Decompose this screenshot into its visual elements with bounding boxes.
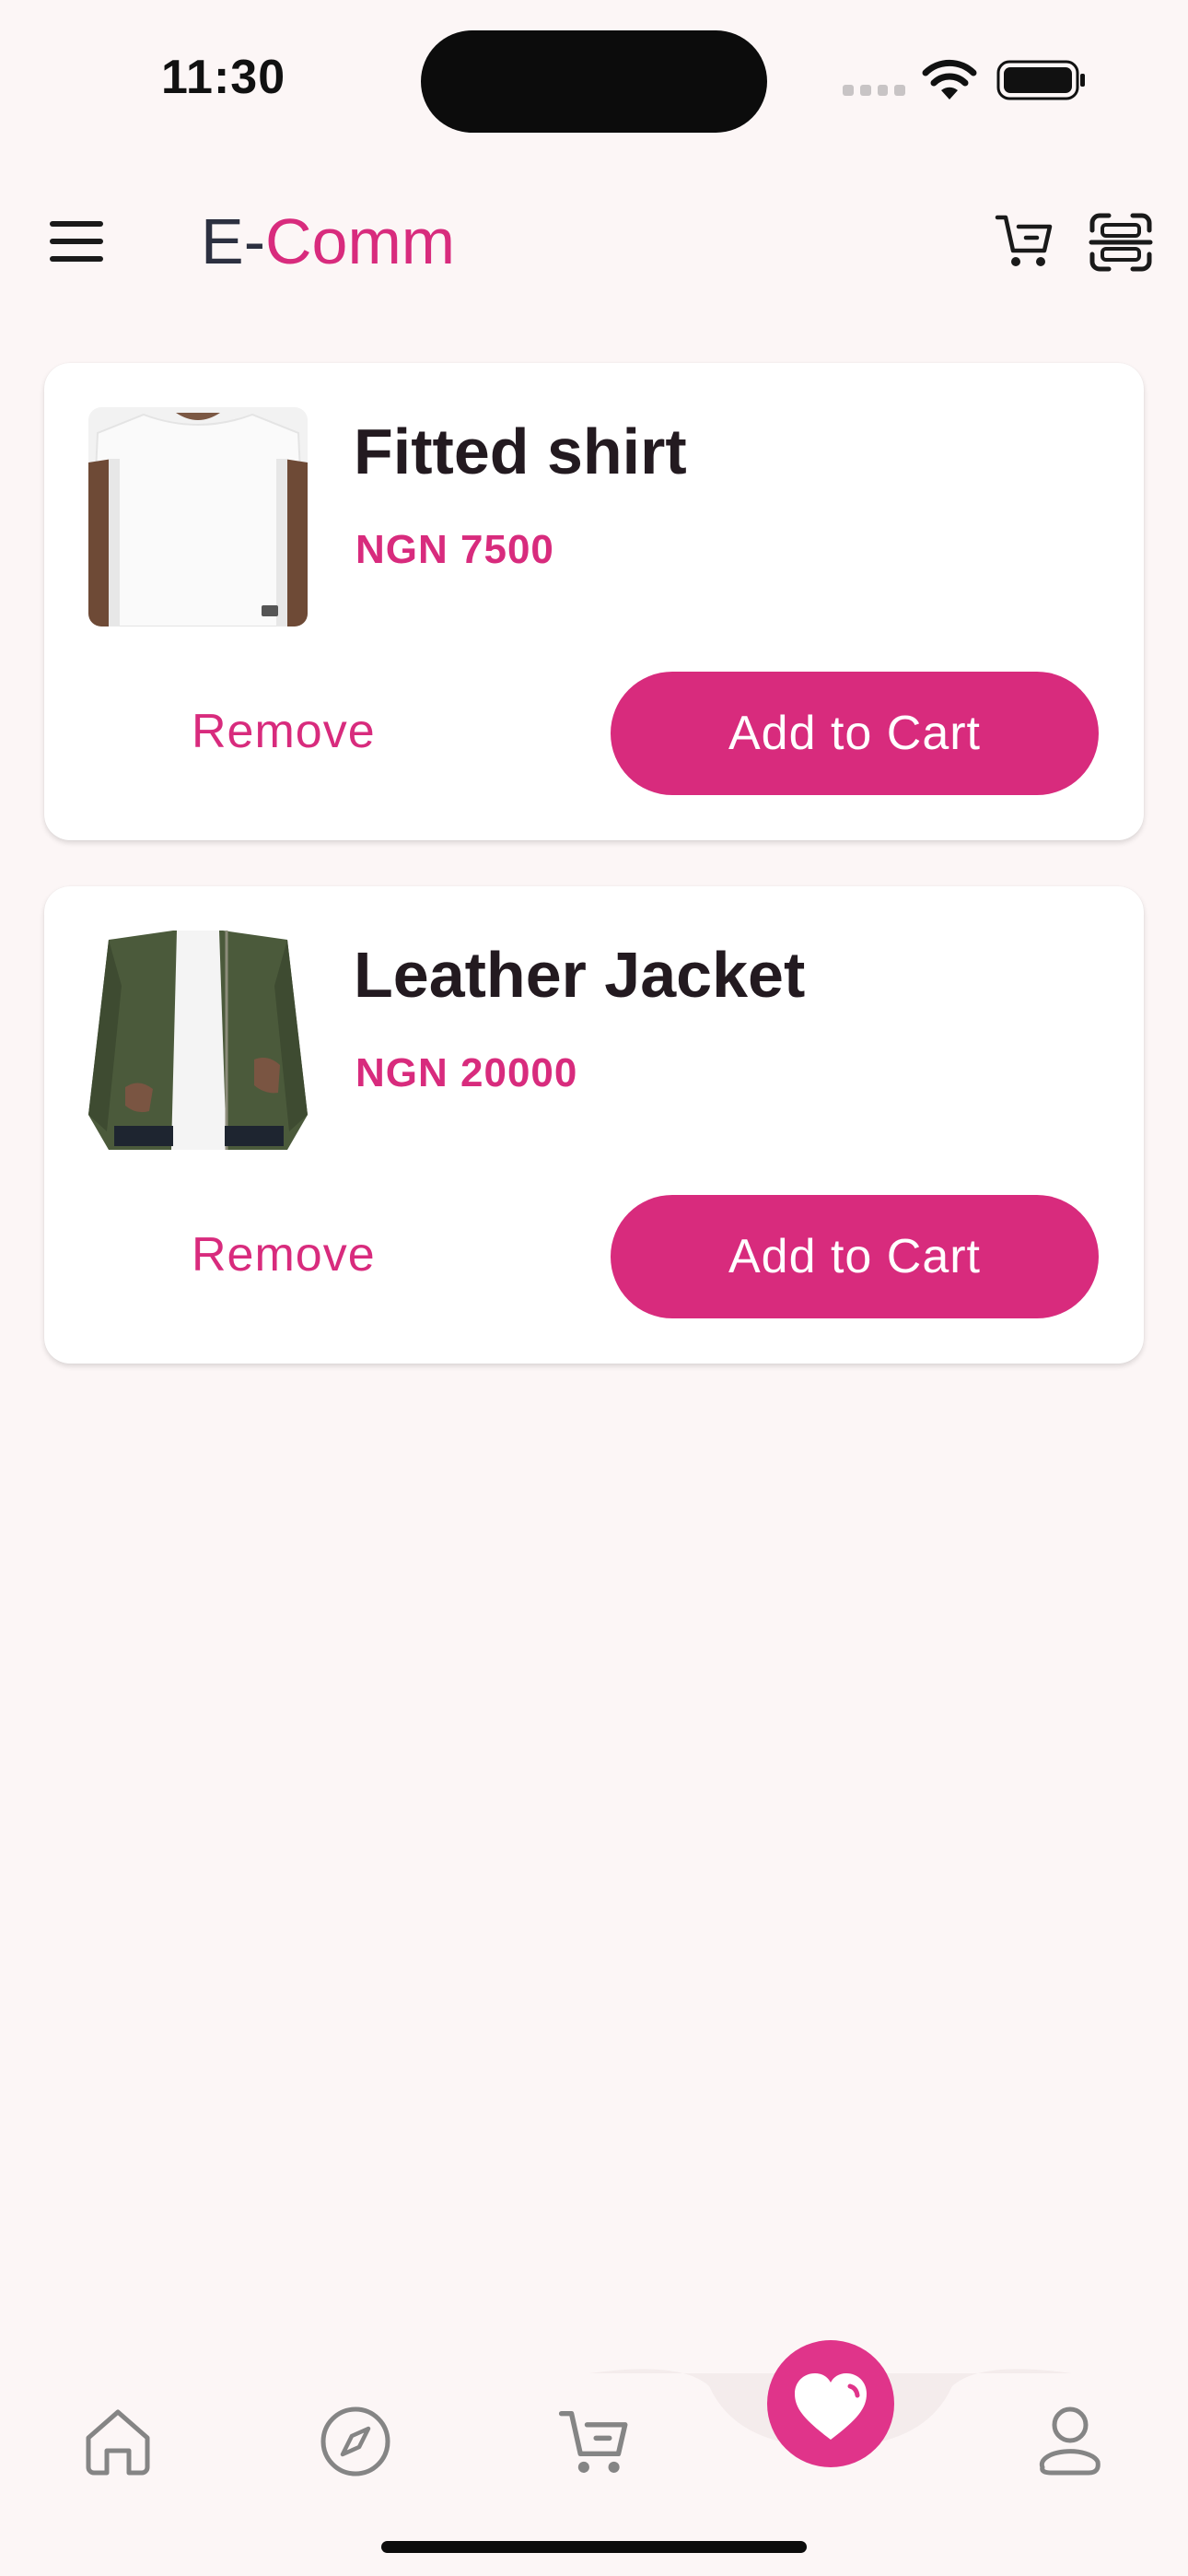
home-icon[interactable]	[83, 2406, 153, 2476]
heart-icon	[795, 2373, 867, 2440]
dynamic-island	[421, 30, 767, 133]
profile-icon[interactable]	[1035, 2405, 1105, 2478]
app-title: E-Comm	[201, 205, 455, 278]
wishlist-card: Leather Jacket NGN 20000 Remove Add to C…	[44, 886, 1144, 1364]
scan-icon[interactable]	[1089, 212, 1153, 273]
compass-icon[interactable]	[319, 2405, 392, 2478]
wifi-icon	[922, 59, 977, 100]
cart-icon[interactable]	[558, 2405, 632, 2478]
wishlist-card: Fitted shirt NGN 7500 Remove Add to Cart	[44, 363, 1144, 840]
product-image-jacket	[88, 931, 308, 1150]
home-indicator	[381, 2541, 807, 2553]
status-time: 11:30	[161, 51, 286, 104]
product-image-shirt	[88, 407, 308, 626]
add-to-cart-button[interactable]: Add to Cart	[611, 672, 1099, 795]
favorites-button[interactable]	[767, 2340, 894, 2467]
product-name: Leather Jacket	[354, 939, 806, 1011]
battery-icon	[996, 60, 1085, 100]
product-name: Fitted shirt	[354, 416, 687, 487]
remove-button[interactable]: Remove	[192, 1227, 376, 1282]
cart-icon[interactable]	[995, 210, 1055, 271]
product-price: NGN 7500	[355, 527, 554, 572]
add-to-cart-button[interactable]: Add to Cart	[611, 1195, 1099, 1318]
app-title-main: Comm	[265, 205, 456, 277]
app-title-prefix: E-	[201, 205, 265, 277]
remove-button[interactable]: Remove	[192, 704, 376, 759]
product-price: NGN 20000	[355, 1050, 578, 1095]
menu-button[interactable]	[50, 221, 103, 262]
cellular-signal-icon	[843, 85, 905, 96]
